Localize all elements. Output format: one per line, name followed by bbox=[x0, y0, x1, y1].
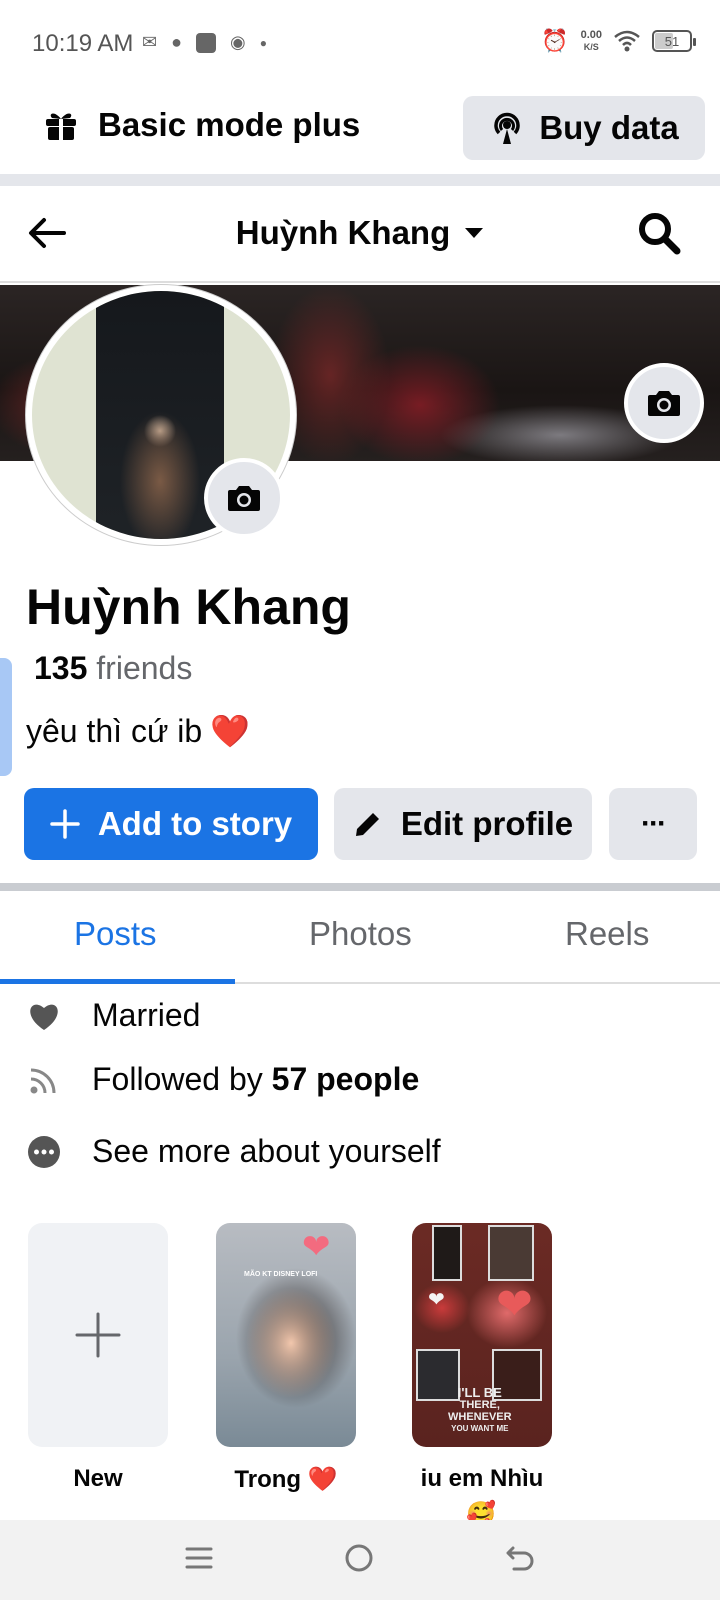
status-right: ⏰ 0.00 K/S 51 bbox=[541, 28, 696, 54]
edit-profile-picture-button[interactable] bbox=[204, 458, 284, 538]
basic-mode-banner: Basic mode plus Buy data bbox=[0, 88, 720, 174]
highlight-iu-em-nhiu[interactable]: ❤ ❤ I'LL BE THERE, WHENEVER YOU WANT ME bbox=[412, 1223, 552, 1447]
highlight-trong[interactable]: ❤ MÃO KT DISNEY LOFI bbox=[216, 1223, 356, 1447]
new-highlight-button[interactable] bbox=[28, 1223, 168, 1447]
alarm-icon: ⏰ bbox=[541, 28, 569, 53]
heart-sticker-icon: ❤ bbox=[428, 1289, 445, 1311]
edge-tab[interactable] bbox=[0, 658, 12, 776]
followed-text: Followed by 57 people bbox=[92, 1061, 419, 1098]
search-icon bbox=[639, 213, 681, 255]
home-circle-icon bbox=[345, 1544, 373, 1571]
see-more-text: See more about yourself bbox=[92, 1133, 441, 1169]
friends-count[interactable]: 135 friends bbox=[34, 650, 192, 687]
highlight-label-new: New bbox=[73, 1465, 123, 1492]
friends-label: friends bbox=[96, 650, 193, 686]
profile-switcher[interactable]: Huỳnh Khang bbox=[0, 214, 720, 252]
relationship-text: Married bbox=[92, 997, 201, 1033]
edit-profile-label: Edit profile bbox=[400, 805, 574, 842]
app-icon bbox=[195, 32, 216, 53]
highlight-label-trong: Trong ❤️ bbox=[234, 1466, 338, 1493]
plus-icon bbox=[50, 809, 80, 839]
detail-relationship: Married bbox=[26, 997, 200, 1034]
see-more-about-button[interactable]: See more about yourself bbox=[26, 1133, 441, 1170]
profile-bio: yêu thì cứ ib ❤️ bbox=[26, 712, 250, 750]
battery-level: 51 bbox=[664, 33, 680, 49]
caption-line: WHENEVER bbox=[448, 1411, 512, 1423]
back-nav-button[interactable] bbox=[504, 1542, 536, 1579]
edit-profile-button[interactable]: Edit profile bbox=[334, 788, 592, 860]
status-time: 10:19 AM bbox=[32, 30, 134, 57]
heart-sticker-icon: ❤ bbox=[302, 1228, 331, 1266]
caption-line: I'LL BE bbox=[457, 1385, 502, 1400]
back-icon bbox=[506, 1546, 534, 1570]
recent-apps-button[interactable] bbox=[184, 1543, 214, 1578]
nav-title: Huỳnh Khang bbox=[235, 214, 451, 251]
tab-photos[interactable]: Photos bbox=[309, 915, 412, 953]
system-navigation-bar bbox=[0, 1520, 720, 1600]
battery-icon: 51 bbox=[652, 30, 696, 52]
friends-number: 135 bbox=[34, 650, 88, 686]
divider bbox=[0, 883, 720, 891]
net-speed-value: 0.00 bbox=[580, 29, 602, 41]
bio-text: yêu thì cứ ib bbox=[26, 712, 203, 749]
ellipsis-circle-icon bbox=[28, 1135, 60, 1168]
rss-icon bbox=[30, 1068, 56, 1093]
more-options-button[interactable]: ··· bbox=[609, 788, 697, 860]
plus-icon bbox=[75, 1312, 121, 1358]
add-to-story-label: Add to story bbox=[97, 805, 293, 842]
buy-data-button[interactable]: Buy data bbox=[463, 96, 705, 160]
caption-line: YOU WANT ME bbox=[451, 1424, 509, 1433]
more-options-icon: ··· bbox=[641, 807, 667, 840]
game-icon: ◉ bbox=[229, 32, 246, 52]
basic-mode-label: Basic mode plus bbox=[98, 106, 361, 143]
tab-reels[interactable]: Reels bbox=[565, 915, 649, 953]
tab-posts[interactable]: Posts bbox=[74, 915, 157, 953]
divider bbox=[0, 174, 720, 186]
buy-data-label: Buy data bbox=[539, 109, 679, 146]
profile-tabs: Posts Photos Reels bbox=[0, 891, 720, 984]
highlight-caption: I'LL BE THERE, WHENEVER YOU WANT ME bbox=[448, 1385, 512, 1435]
active-tab-indicator bbox=[0, 979, 235, 984]
caption-line: THERE, bbox=[459, 1399, 500, 1411]
add-to-story-button[interactable]: Add to story bbox=[24, 788, 318, 860]
highlight-label-iu: iu em Nhìu bbox=[420, 1465, 544, 1492]
net-speed: 0.00 K/S bbox=[581, 29, 602, 53]
photo-thumb bbox=[432, 1225, 462, 1281]
heart-emoji: ❤️ bbox=[210, 713, 251, 749]
camera-icon bbox=[228, 486, 260, 511]
wifi-icon bbox=[614, 30, 640, 52]
caret-down-icon bbox=[465, 228, 484, 238]
followed-prefix: Followed by bbox=[92, 1061, 263, 1097]
detail-followers[interactable]: Followed by 57 people bbox=[26, 1061, 419, 1098]
home-button[interactable] bbox=[343, 1542, 375, 1579]
notification-icons: ✉ ● ◉ ● bbox=[142, 32, 267, 53]
more-dot-icon: ● bbox=[259, 35, 267, 50]
pencil-icon bbox=[355, 811, 381, 836]
menu-icon bbox=[185, 1547, 213, 1568]
edit-cover-button[interactable] bbox=[624, 363, 704, 443]
heart-sticker-icon: ❤ bbox=[496, 1280, 533, 1329]
net-speed-unit: K/S bbox=[583, 42, 599, 52]
broadcast-icon bbox=[494, 112, 521, 144]
heart-icon bbox=[30, 1004, 58, 1030]
highlight-overlay-text: MÃO KT DISNEY LOFI bbox=[244, 1271, 318, 1278]
search-button[interactable] bbox=[636, 210, 682, 261]
leaf-icon: ● bbox=[171, 32, 182, 52]
status-bar: 10:19 AM ✉ ● ◉ ● ⏰ 0.00 K/S 51 bbox=[0, 0, 720, 88]
profile-name: Huỳnh Khang bbox=[26, 579, 351, 635]
followed-count: 57 people bbox=[271, 1061, 420, 1097]
profile-nav-bar: Huỳnh Khang bbox=[0, 186, 720, 283]
camera-icon bbox=[648, 391, 680, 416]
basic-mode-label-group[interactable]: Basic mode plus bbox=[44, 106, 360, 144]
mail-icon: ✉ bbox=[142, 32, 158, 52]
photo-thumb bbox=[488, 1225, 534, 1281]
gift-icon bbox=[46, 113, 76, 140]
